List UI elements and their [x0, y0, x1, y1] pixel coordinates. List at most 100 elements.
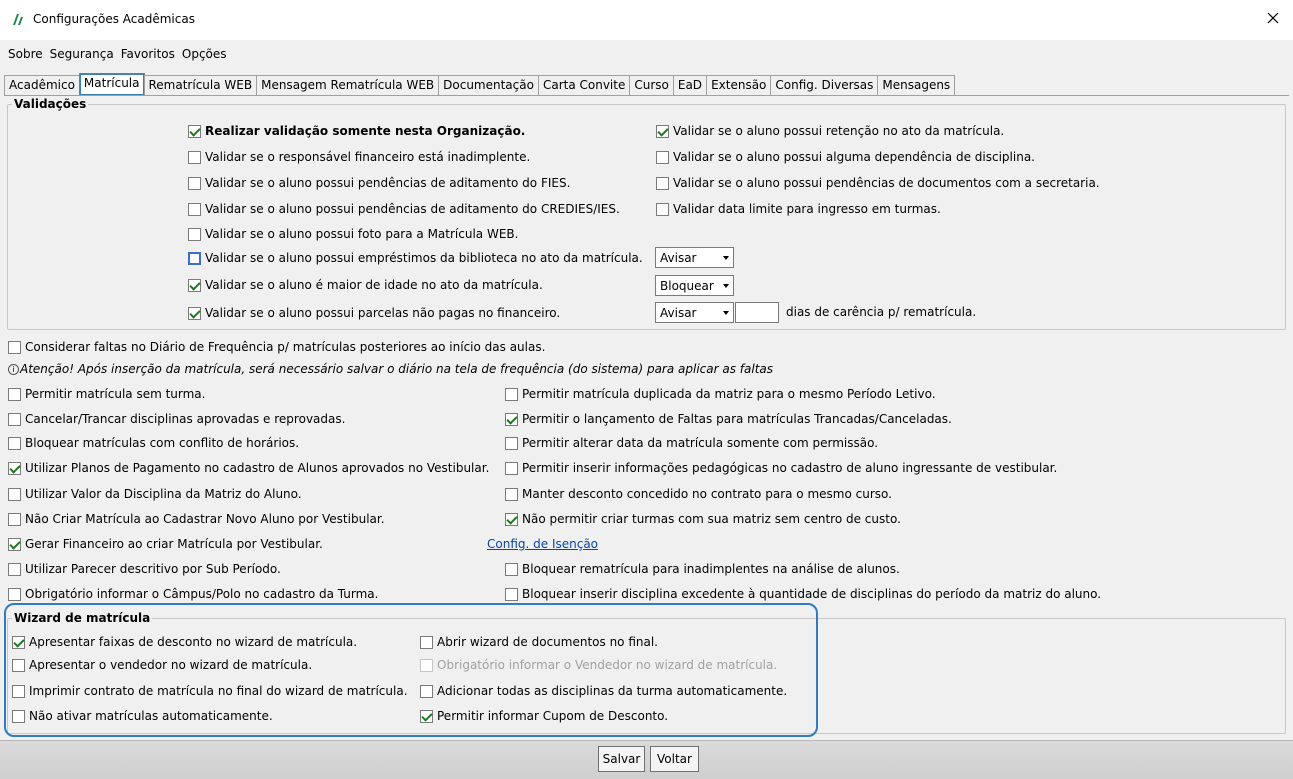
check-turmas-centro-custo[interactable]: Não permitir criar turmas com sua matriz… [505, 510, 901, 528]
check-responsavel-inadimplente[interactable]: Validar se o responsável financeiro está… [188, 148, 530, 166]
dias-carencia-input[interactable] [735, 302, 779, 323]
check-gerar-financeiro[interactable]: Gerar Financeiro ao criar Matrícula por … [8, 535, 323, 553]
checkbox[interactable] [188, 124, 201, 138]
check-faixas-desconto[interactable]: Apresentar faixas de desconto no wizard … [12, 633, 357, 651]
check-foto-matricula-web[interactable]: Validar se o aluno possui foto para a Ma… [188, 225, 518, 243]
checkbox[interactable] [188, 150, 201, 164]
menu-favoritos[interactable]: Favoritos [121, 47, 175, 61]
checkbox[interactable] [8, 537, 21, 551]
checkbox[interactable] [505, 461, 518, 475]
checkbox[interactable] [8, 387, 21, 401]
check-nao-ativar-matriculas[interactable]: Não ativar matrículas automaticamente. [12, 707, 273, 725]
check-aditamento-credies[interactable]: Validar se o aluno possui pendências de … [188, 200, 620, 218]
select-maior-idade-action[interactable]: Bloquear [655, 275, 734, 296]
checkbox[interactable] [420, 635, 433, 649]
checkbox[interactable] [505, 562, 518, 576]
checkbox[interactable] [505, 387, 518, 401]
select-emprestimos-action[interactable]: Avisar [655, 247, 734, 268]
checkbox[interactable] [8, 436, 21, 450]
check-parecer-sub-periodo[interactable]: Utilizar Parecer descritivo por Sub Perí… [8, 560, 281, 578]
tab-mensagens[interactable]: Mensagens [877, 75, 956, 95]
checkbox[interactable] [8, 461, 21, 475]
checkbox[interactable] [420, 684, 433, 698]
menu-seguranca[interactable]: Segurança [50, 47, 114, 61]
tab-matricula[interactable]: Matrícula [78, 73, 145, 95]
check-cupom-desconto[interactable]: Permitir informar Cupom de Desconto. [420, 707, 668, 725]
checkbox[interactable] [12, 684, 25, 698]
checkbox[interactable] [656, 202, 669, 216]
check-adicionar-disciplinas[interactable]: Adicionar todas as disciplinas da turma … [420, 682, 787, 700]
check-cancelar-trancar[interactable]: Cancelar/Trancar disciplinas aprovadas e… [8, 410, 345, 428]
checkbox[interactable] [8, 487, 21, 501]
tab-rematricula-web[interactable]: Rematrícula WEB [143, 75, 258, 95]
check-disciplina-excedente[interactable]: Bloquear inserir disciplina excedente à … [505, 585, 1101, 603]
check-conflito-horarios[interactable]: Bloquear matrículas com conflito de horá… [8, 434, 299, 452]
checkbox[interactable] [656, 176, 669, 190]
check-considerar-faltas[interactable]: Considerar faltas no Diário de Frequênci… [8, 338, 545, 356]
check-aditamento-fies[interactable]: Validar se o aluno possui pendências de … [188, 174, 570, 192]
check-maior-idade[interactable]: Validar se o aluno é maior de idade no a… [188, 276, 543, 294]
checkbox[interactable] [420, 709, 433, 723]
checkbox[interactable] [8, 587, 21, 601]
check-data-limite-turmas[interactable]: Validar data limite para ingresso em tur… [656, 200, 941, 218]
check-dependencia-disciplina[interactable]: Validar se o aluno possui alguma dependê… [656, 148, 1035, 166]
check-pendencias-documentos[interactable]: Validar se o aluno possui pendências de … [656, 174, 1100, 192]
close-button[interactable] [1259, 5, 1287, 31]
checkbox[interactable] [188, 227, 201, 241]
checkbox[interactable] [188, 176, 201, 190]
check-manter-desconto[interactable]: Manter desconto concedido no contrato pa… [505, 485, 892, 503]
check-parcelas-nao-pagas[interactable]: Validar se o aluno possui parcelas não p… [188, 304, 560, 322]
checkbox[interactable] [188, 251, 201, 265]
checkbox[interactable] [12, 658, 25, 672]
check-valor-disciplina[interactable]: Utilizar Valor da Disciplina da Matriz d… [8, 485, 302, 503]
checkbox[interactable] [12, 635, 25, 649]
checkbox[interactable] [505, 436, 518, 450]
check-nao-criar-matricula[interactable]: Não Criar Matrícula ao Cadastrar Novo Al… [8, 510, 385, 528]
check-matricula-duplicada[interactable]: Permitir matrícula duplicada da matriz p… [505, 385, 936, 403]
check-alterar-data-permissao[interactable]: Permitir alterar data da matrícula somen… [505, 434, 878, 452]
check-info-pedagogicas[interactable]: Permitir inserir informações pedagógicas… [505, 459, 1057, 477]
checkbox-label: Validar se o aluno possui pendências de … [205, 176, 571, 190]
tab-mensagem-rematricula-web[interactable]: Mensagem Rematrícula WEB [256, 75, 440, 95]
check-wizard-documentos[interactable]: Abrir wizard de documentos no final. [420, 633, 658, 651]
tab-curso[interactable]: Curso [629, 75, 674, 95]
check-matricula-sem-turma[interactable]: Permitir matrícula sem turma. [8, 385, 205, 403]
checkbox[interactable] [656, 124, 669, 138]
checkbox[interactable] [505, 587, 518, 601]
config-isencao-link[interactable]: Config. de Isenção [487, 537, 598, 551]
checkbox-label: Cancelar/Trancar disciplinas aprovadas e… [25, 412, 346, 426]
tab-ead[interactable]: EaD [672, 75, 708, 95]
checkbox[interactable] [8, 412, 21, 426]
checkbox[interactable] [505, 487, 518, 501]
tab-config-diversas[interactable]: Config. Diversas [770, 75, 879, 95]
checkbox [420, 658, 433, 672]
check-emprestimos-biblioteca[interactable]: Validar se o aluno possui empréstimos da… [188, 249, 643, 267]
check-retencao[interactable]: Validar se o aluno possui retenção no at… [656, 122, 1004, 140]
check-campus-polo[interactable]: Obrigatório informar o Câmpus/Polo no ca… [8, 585, 378, 603]
check-planos-pagamento[interactable]: Utilizar Planos de Pagamento no cadastro… [8, 459, 489, 477]
checkbox[interactable] [12, 709, 25, 723]
tab-carta-convite[interactable]: Carta Convite [537, 75, 631, 95]
checkbox[interactable] [188, 278, 201, 292]
checkbox[interactable] [505, 512, 518, 526]
check-imprimir-contrato[interactable]: Imprimir contrato de matrícula no final … [12, 682, 408, 700]
checkbox[interactable] [8, 562, 21, 576]
check-apresentar-vendedor[interactable]: Apresentar o vendedor no wizard de matrí… [12, 656, 312, 674]
menu-sobre[interactable]: Sobre [8, 47, 43, 61]
menu-opcoes[interactable]: Opções [182, 47, 227, 61]
checkbox[interactable] [656, 150, 669, 164]
check-faltas-trancadas[interactable]: Permitir o lançamento de Faltas para mat… [505, 410, 952, 428]
tab-documentacao[interactable]: Documentação [438, 75, 539, 95]
save-button[interactable]: Salvar [598, 746, 645, 772]
check-bloquear-rematricula[interactable]: Bloquear rematrícula para inadimplentes … [505, 560, 900, 578]
check-validacao-organizacao[interactable]: Realizar validação somente nesta Organiz… [188, 122, 525, 140]
checkbox[interactable] [505, 412, 518, 426]
back-button[interactable]: Voltar [650, 746, 699, 772]
checkbox[interactable] [8, 512, 21, 526]
tab-extensao[interactable]: Extensão [706, 75, 772, 95]
select-parcelas-action[interactable]: Avisar [655, 302, 734, 323]
tab-academico[interactable]: Acadêmico [4, 75, 80, 95]
checkbox[interactable] [8, 340, 21, 354]
checkbox[interactable] [188, 202, 201, 216]
checkbox[interactable] [188, 306, 201, 320]
